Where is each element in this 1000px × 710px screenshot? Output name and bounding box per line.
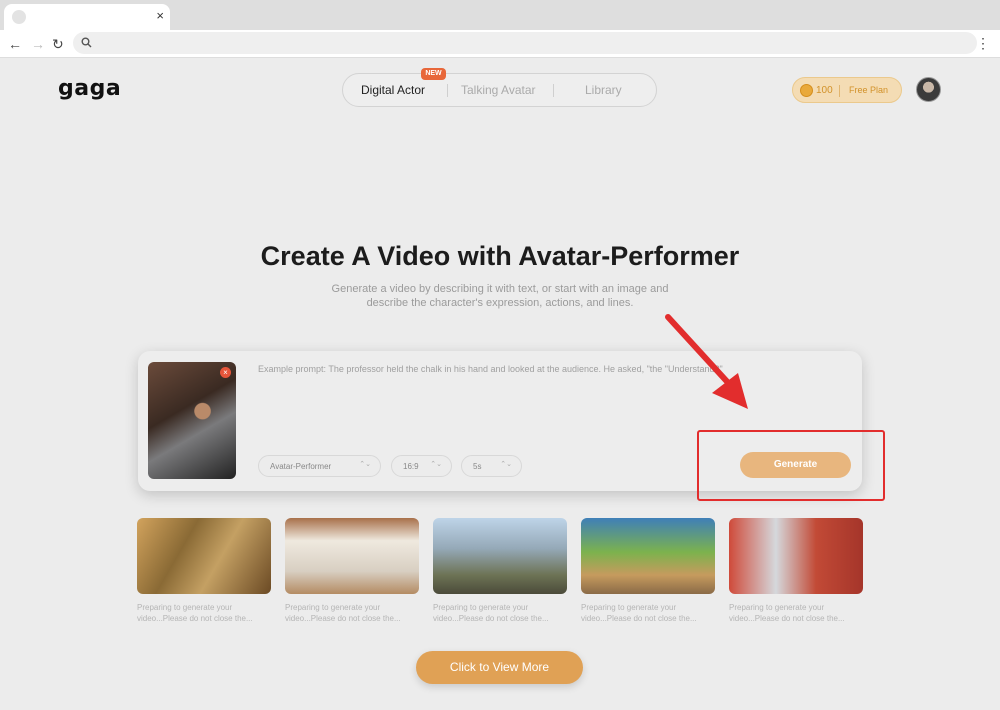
aspect-ratio-select[interactable]: 16:9 ⌃⌄	[391, 455, 452, 477]
new-badge: NEW	[421, 68, 446, 80]
page-title: Create A Video with Avatar-Performer	[260, 241, 740, 271]
credits-count: 100	[816, 85, 833, 96]
plan-label: Free Plan	[849, 85, 889, 95]
sample-thumbnail[interactable]	[137, 518, 271, 594]
sample-caption: Preparing to generate your video...Pleas…	[433, 603, 549, 623]
sample-thumbnail[interactable]	[433, 518, 567, 594]
aspect-ratio-value: 16:9	[403, 462, 419, 471]
credits-divider	[839, 85, 840, 97]
tab-close-button[interactable]: ×	[156, 8, 164, 24]
tab-talking-avatar[interactable]: Talking Avatar	[461, 83, 536, 97]
sample-thumbnail[interactable]	[285, 518, 419, 594]
sample-caption: Preparing to generate your video...Pleas…	[729, 603, 845, 623]
favicon-icon	[12, 10, 26, 24]
gaga-logo[interactable]: gaga	[58, 76, 121, 101]
sample-caption: Preparing to generate your video...Pleas…	[137, 603, 253, 623]
chevron-updown-icon: ⌃⌄	[359, 461, 371, 468]
sample-thumbnail[interactable]	[729, 518, 863, 594]
annotation-highlight-box	[697, 430, 885, 501]
chevron-updown-icon: ⌃⌄	[500, 461, 512, 468]
remove-image-button[interactable]: ×	[220, 367, 231, 378]
reference-image[interactable]	[148, 362, 236, 479]
model-select[interactable]: Avatar-Performer ⌃⌄	[258, 455, 381, 477]
browser-toolbar: ← → ↻ ⋮	[0, 30, 1000, 58]
model-select-value: Avatar-Performer	[270, 462, 332, 471]
tab-library[interactable]: Library	[585, 83, 622, 97]
tab-digital-actor[interactable]: Digital Actor	[361, 83, 425, 97]
annotation-arrow-icon	[665, 314, 748, 409]
browser-tab[interactable]: ×	[4, 4, 170, 30]
sample-thumbnail[interactable]	[581, 518, 715, 594]
subtitle-line: Generate a video by describing it with t…	[331, 283, 669, 295]
duration-value: 5s	[473, 462, 482, 471]
tab-divider	[553, 84, 554, 97]
browser-menu-button[interactable]: ⋮	[976, 35, 990, 51]
tab-divider	[447, 84, 448, 97]
reload-button[interactable]: ↻	[52, 36, 64, 52]
credits-pill[interactable]: 100 Free Plan	[792, 77, 902, 103]
duration-select[interactable]: 5s ⌃⌄	[461, 455, 522, 477]
forward-button[interactable]: →	[31, 36, 45, 52]
search-icon	[81, 37, 92, 48]
back-button[interactable]: ←	[8, 36, 22, 52]
view-more-button[interactable]: Click to View More	[416, 651, 583, 684]
browser-tab-bar: ×	[0, 0, 1000, 30]
chevron-updown-icon: ⌃⌄	[430, 461, 442, 468]
mode-tabs: Digital Actor Talking Avatar Library	[342, 73, 657, 107]
coin-icon	[800, 84, 813, 97]
address-bar[interactable]	[73, 32, 977, 54]
sample-caption: Preparing to generate your video...Pleas…	[581, 603, 697, 623]
user-avatar[interactable]	[916, 77, 941, 102]
sample-caption: Preparing to generate your video...Pleas…	[285, 603, 401, 623]
